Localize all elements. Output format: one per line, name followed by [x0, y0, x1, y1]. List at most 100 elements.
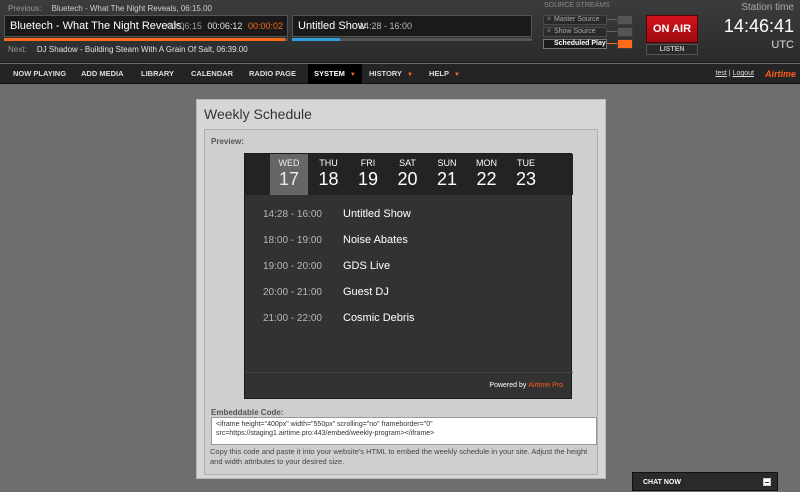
source-streams: SOURCE STREAMS ✕ Master Source ✕ Show Sour… — [540, 0, 640, 63]
station-clock: 14:46:41 — [723, 16, 794, 36]
day-name: SUN — [437, 158, 457, 168]
event-row: 14:28 - 16:00 Untitled Show — [245, 205, 573, 225]
close-icon[interactable]: ✕ — [546, 28, 552, 36]
day-name: MON — [476, 158, 497, 168]
event-row: 19:00 - 20:00 GDS Live — [245, 257, 573, 277]
chat-now-widget[interactable]: CHAT NOW — [632, 472, 778, 491]
nav-system[interactable]: SYSTEM ▼ — [308, 64, 362, 84]
day-tab-fri[interactable]: FRI 19 — [349, 154, 387, 195]
station-time: Station time 14:46:41 UTC — [724, 2, 794, 51]
on-air-indicator: ON AIR — [646, 15, 698, 43]
source-streams-title: SOURCE STREAMS — [544, 2, 610, 9]
event-title: Cosmic Debris — [343, 312, 415, 324]
day-tab-sat[interactable]: SAT 20 — [389, 154, 427, 195]
day-tab-sun[interactable]: SUN 21 — [428, 154, 466, 195]
day-number: 20 — [397, 169, 418, 189]
previous-value: Bluetech - What The Night Reveals, 06:15… — [51, 4, 212, 13]
caret-down-icon: ▼ — [349, 72, 356, 78]
track-elapsed: 00:06:12 — [207, 21, 243, 31]
logout-link[interactable]: Logout — [733, 70, 754, 77]
powered-by-label: Powered by — [489, 382, 527, 389]
powered-by-brand[interactable]: Airtime Pro — [528, 382, 563, 389]
show-progress-fill — [292, 38, 340, 41]
nav-help[interactable]: HELP ▼ — [423, 64, 466, 84]
current-show-box: Untitled Show 14:28 - 16:00 — [292, 15, 532, 37]
nav-calendar[interactable]: CALENDAR — [185, 64, 239, 84]
next-label: Next: — [8, 45, 27, 54]
event-title: Untitled Show — [343, 208, 411, 220]
now-playing-track: Bluetech - What The Night Reveals, — [10, 20, 185, 32]
user-link[interactable]: test — [716, 70, 727, 77]
day-name: FRI — [360, 158, 376, 168]
event-title: Noise Abates — [343, 234, 408, 246]
caret-down-icon: ▼ — [454, 72, 460, 78]
airtime-logo: Airtime — [764, 69, 796, 79]
day-tab-thu[interactable]: THU 18 — [310, 154, 348, 195]
next-value: DJ Shadow - Building Steam With A Grain … — [36, 45, 248, 54]
track-times: 00:06:15 00:06:12 00:00:02 — [164, 21, 283, 31]
day-number: 19 — [357, 169, 379, 189]
embed-code-field[interactable]: <iframe height="400px" width="550px" scr… — [211, 417, 597, 445]
day-name: SAT — [399, 158, 416, 168]
day-tabs: WED 17 THU 18 FRI 19 SAT 20 SUN 21 MON 22 TUE 23 — [245, 154, 573, 195]
caret-down-icon: ▼ — [406, 72, 413, 78]
day-name: WED — [278, 158, 300, 168]
event-time: 18:00 - 19:00 — [263, 235, 322, 246]
source-scheduled-toggle[interactable] — [617, 39, 633, 49]
event-title: Guest DJ — [343, 286, 389, 298]
day-number: 23 — [515, 169, 537, 189]
next-track: Next: DJ Shadow - Building Steam With A … — [8, 45, 248, 54]
nav-radio-page[interactable]: RADIO PAGE — [243, 64, 302, 84]
embed-help-text: Copy this code and paste it into your we… — [210, 447, 588, 466]
nav-library[interactable]: LIBRARY — [135, 64, 180, 84]
source-master-label: Master Source — [554, 16, 600, 23]
event-time: 20:00 - 21:00 — [263, 287, 322, 298]
previous-track: Previous: Bluetech - What The Night Reve… — [8, 4, 212, 13]
day-tab-wed[interactable]: WED 17 — [270, 154, 308, 195]
embed-label: Embeddable Code: — [211, 408, 284, 417]
track-length: 00:06:15 — [166, 21, 202, 31]
source-show-label: Show Source — [554, 28, 596, 35]
close-icon[interactable]: ✕ — [546, 16, 552, 24]
source-master-toggle[interactable] — [617, 15, 633, 25]
event-row: 21:00 - 22:00 Cosmic Debris — [245, 309, 573, 329]
day-number: 18 — [318, 169, 339, 189]
panel-body: Preview: WED 17 THU 18 FRI 19 SAT 20 SUN 21 MON 22 T… — [204, 129, 598, 475]
event-time: 21:00 - 22:00 — [263, 313, 322, 324]
user-links: test | Logout — [716, 70, 754, 77]
show-progress-bar — [292, 38, 532, 41]
weekly-schedule-panel: Weekly Schedule Preview: WED 17 THU 18 FRI 19… — [196, 99, 606, 479]
weekly-schedule-widget: WED 17 THU 18 FRI 19 SAT 20 SUN 21 MON 22 TUE 23 14:2… — [244, 153, 573, 399]
nav-history[interactable]: HISTORY ▼ — [363, 64, 419, 84]
source-show[interactable]: ✕ Show Source — [543, 27, 633, 37]
powered-by: Powered by Airtime Pro — [245, 372, 573, 398]
day-tab-tue[interactable]: TUE 23 — [507, 154, 545, 195]
day-tab-mon[interactable]: MON 22 — [468, 154, 506, 195]
page-title: Weekly Schedule — [204, 106, 312, 122]
source-scheduled-label: Scheduled Play — [554, 40, 606, 47]
source-master[interactable]: ✕ Master Source — [543, 15, 633, 25]
day-number: 21 — [436, 169, 458, 189]
current-show-name: Untitled Show — [298, 20, 366, 32]
event-row: 20:00 - 21:00 Guest DJ — [245, 283, 573, 303]
main-nav: NOW PLAYING ADD MEDIA LIBRARY CALENDAR R… — [0, 64, 800, 84]
source-show-toggle[interactable] — [617, 27, 633, 37]
nav-now-playing[interactable]: NOW PLAYING — [7, 64, 72, 84]
top-bar: Previous: Bluetech - What The Night Reve… — [0, 0, 800, 63]
event-title: GDS Live — [343, 260, 391, 272]
minimize-icon[interactable] — [763, 478, 771, 486]
event-time: 19:00 - 20:00 — [263, 261, 322, 272]
day-name: THU — [319, 158, 338, 168]
preview-label: Preview: — [211, 137, 244, 146]
source-scheduled[interactable]: Scheduled Play — [543, 39, 633, 49]
track-progress-bar — [4, 38, 288, 41]
now-playing-box: Bluetech - What The Night Reveals, 00:06… — [4, 15, 288, 37]
event-row: 18:00 - 19:00 Noise Abates — [245, 231, 573, 251]
listen-button[interactable]: LISTEN — [646, 44, 698, 55]
current-show-time: 14:28 - 16:00 — [359, 21, 413, 31]
user-links-separator: | — [728, 70, 731, 77]
station-time-label: Station time — [741, 2, 794, 13]
track-remaining: 00:00:02 — [247, 21, 283, 31]
nav-add-media[interactable]: ADD MEDIA — [75, 64, 130, 84]
day-number: 22 — [476, 169, 497, 189]
